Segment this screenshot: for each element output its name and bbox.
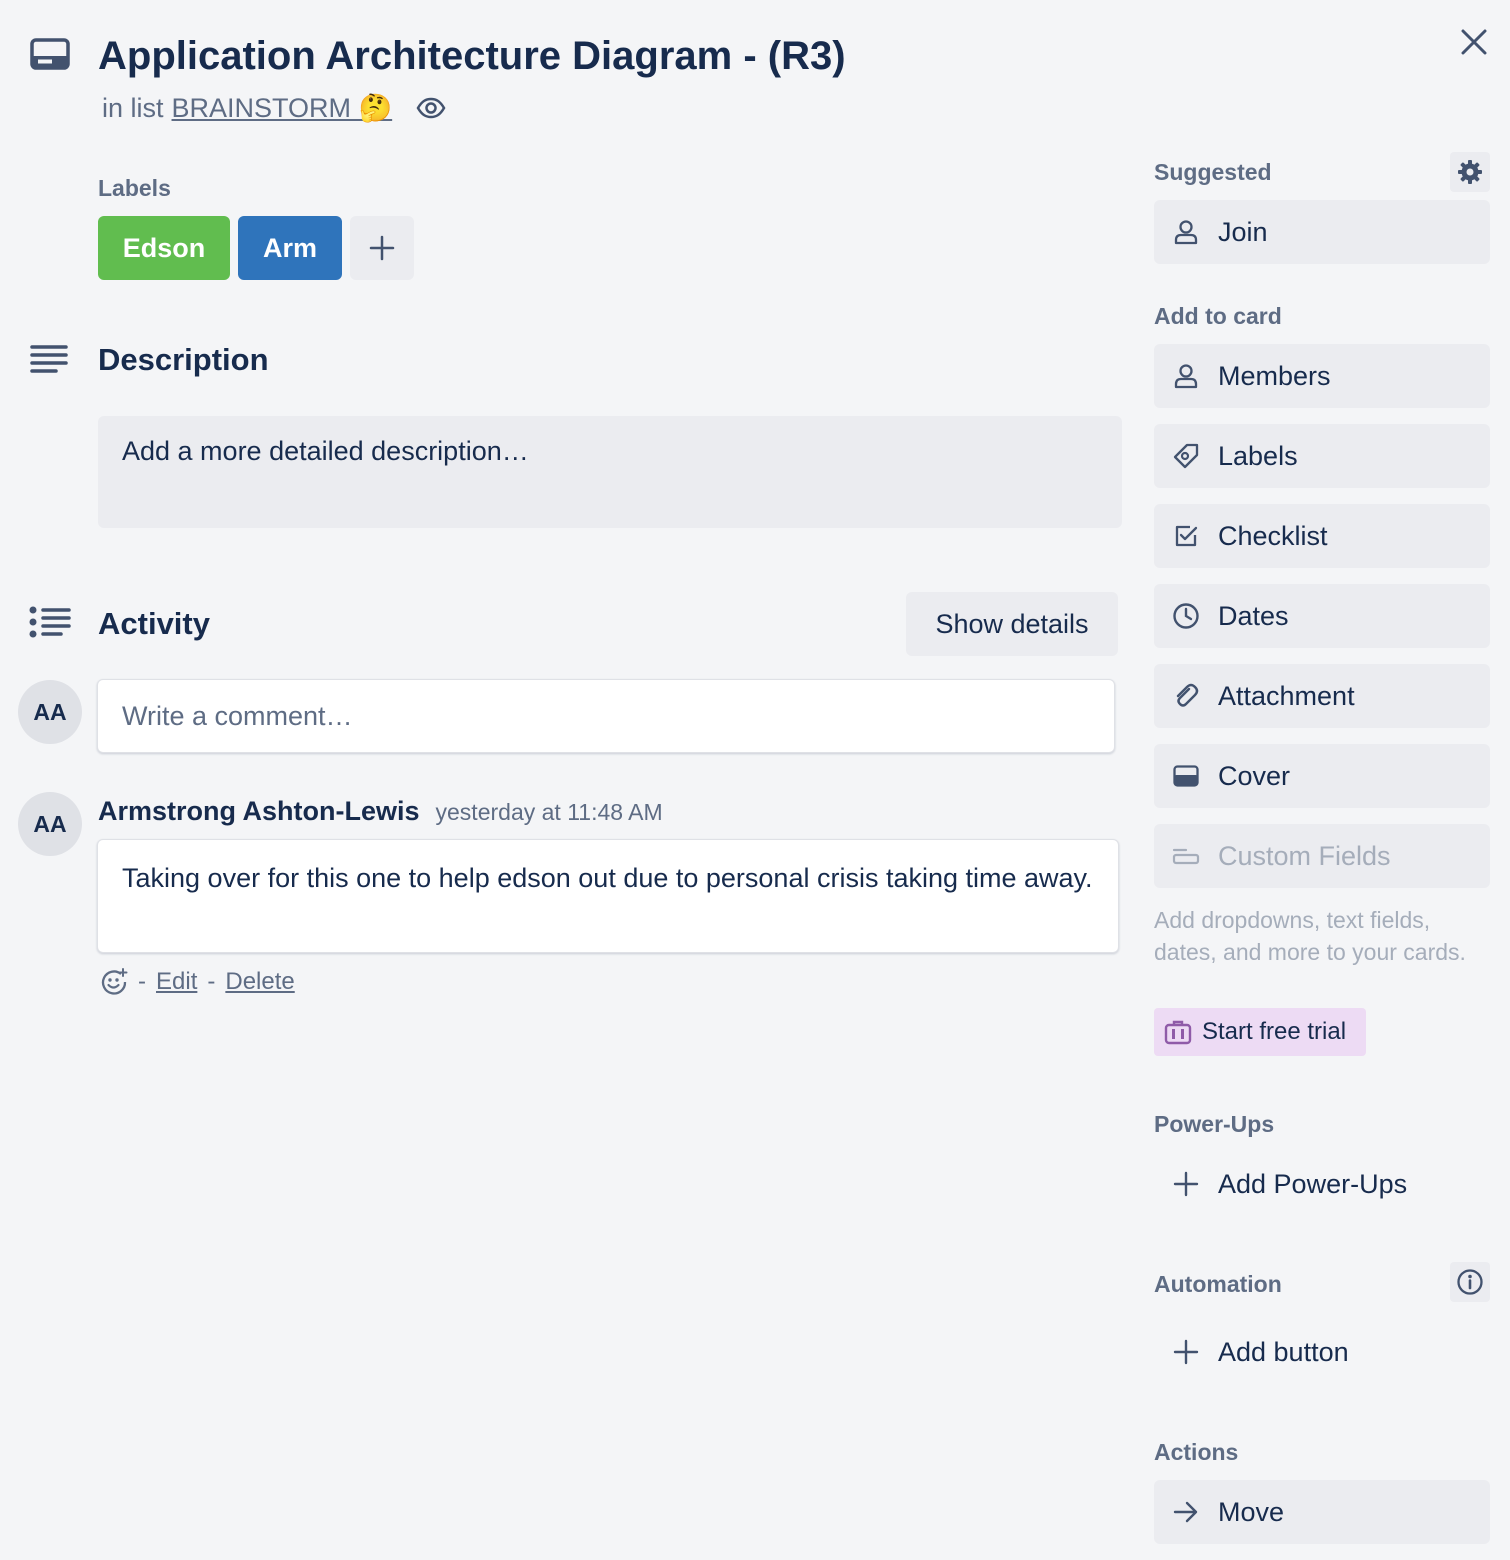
- info-icon[interactable]: [1450, 1262, 1490, 1302]
- eye-icon[interactable]: [416, 97, 446, 119]
- separator: -: [138, 968, 146, 995]
- activity-icon: [28, 606, 72, 638]
- members-button[interactable]: Members: [1154, 344, 1490, 408]
- show-details-button[interactable]: Show details: [906, 592, 1118, 656]
- custom-fields-description: Add dropdowns, text fields, dates, and m…: [1154, 907, 1466, 965]
- join-label: Join: [1218, 216, 1268, 247]
- card-icon: [30, 38, 70, 70]
- comment-avatar[interactable]: AA: [18, 792, 82, 856]
- activity-heading: Activity: [98, 606, 210, 641]
- actions-heading: Actions: [1154, 1439, 1239, 1465]
- labels-heading: Labels: [98, 175, 171, 201]
- paperclip-icon: [1172, 682, 1200, 710]
- members-label: Members: [1218, 360, 1331, 391]
- checklist-label: Checklist: [1218, 520, 1328, 551]
- comment-actions: - Edit - Delete: [100, 968, 295, 996]
- add-to-card-heading: Add to card: [1154, 303, 1282, 329]
- label-chip-arm[interactable]: Arm: [238, 216, 342, 280]
- checkbox-icon: [1172, 522, 1200, 550]
- delete-comment-link[interactable]: Delete: [225, 968, 294, 996]
- labels-label: Labels: [1218, 440, 1298, 471]
- description-editor[interactable]: Add a more detailed description…: [98, 416, 1122, 528]
- custom-fields-label: Custom Fields: [1218, 840, 1391, 871]
- dates-label: Dates: [1218, 600, 1289, 631]
- add-power-ups-label: Add Power-Ups: [1218, 1168, 1408, 1199]
- attachment-label: Attachment: [1218, 680, 1355, 711]
- comment-input[interactable]: Write a comment…: [97, 679, 1115, 753]
- custom-fields-icon: [1172, 842, 1200, 870]
- suggested-heading: Suggested: [1154, 159, 1272, 185]
- power-ups-heading: Power-Ups: [1154, 1111, 1275, 1137]
- free-trial-label: Start free trial: [1202, 1018, 1347, 1045]
- comment-body: Taking over for this one to help edson o…: [97, 839, 1119, 953]
- attachment-button[interactable]: Attachment: [1154, 664, 1490, 728]
- plus-icon: [1172, 1170, 1200, 1198]
- tag-icon: [1172, 442, 1200, 470]
- card-title[interactable]: Application Architecture Diagram - (R3): [98, 32, 846, 80]
- custom-fields-button[interactable]: Custom Fields: [1154, 824, 1490, 888]
- plus-icon: [1172, 1338, 1200, 1366]
- checklist-button[interactable]: Checklist: [1154, 504, 1490, 568]
- add-button-button[interactable]: Add button: [1154, 1320, 1490, 1384]
- list-link[interactable]: BRAINSTORM 🤔: [172, 92, 393, 124]
- cover-label: Cover: [1218, 760, 1291, 791]
- join-button[interactable]: Join: [1154, 200, 1490, 264]
- add-reaction-icon[interactable]: [100, 968, 128, 996]
- gear-icon[interactable]: [1450, 152, 1490, 192]
- move-button[interactable]: Move: [1154, 1480, 1490, 1544]
- person-icon: [1172, 218, 1200, 246]
- cover-button[interactable]: Cover: [1154, 744, 1490, 808]
- close-icon[interactable]: [1452, 20, 1496, 64]
- description-icon: [30, 344, 68, 376]
- list-line: in list BRAINSTORM 🤔: [102, 92, 446, 124]
- labels-button[interactable]: Labels: [1154, 424, 1490, 488]
- arrow-right-icon: [1172, 1498, 1200, 1526]
- comment-header: Armstrong Ashton-Lewis yesterday at 11:4…: [98, 796, 663, 827]
- add-power-ups-button[interactable]: Add Power-Ups: [1154, 1152, 1490, 1216]
- edit-comment-link[interactable]: Edit: [156, 968, 197, 996]
- add-label-button[interactable]: [350, 216, 414, 280]
- start-free-trial-button[interactable]: Start free trial: [1154, 1008, 1366, 1056]
- list-prefix: in list: [102, 93, 164, 123]
- comment-author[interactable]: Armstrong Ashton-Lewis: [98, 796, 420, 827]
- label-chip-edson[interactable]: Edson: [98, 216, 230, 280]
- plus-icon: [369, 235, 395, 261]
- clock-icon: [1172, 602, 1200, 630]
- dates-button[interactable]: Dates: [1154, 584, 1490, 648]
- separator: -: [207, 968, 216, 995]
- automation-heading: Automation: [1154, 1271, 1282, 1297]
- person-icon: [1172, 362, 1200, 390]
- avatar[interactable]: AA: [18, 680, 82, 744]
- comment-timestamp[interactable]: yesterday at 11:48 AM: [436, 799, 663, 826]
- add-button-label: Add button: [1218, 1336, 1349, 1367]
- move-label: Move: [1218, 1496, 1285, 1527]
- cover-icon: [1172, 762, 1200, 790]
- description-heading: Description: [98, 342, 269, 377]
- briefcase-icon: [1164, 1019, 1192, 1045]
